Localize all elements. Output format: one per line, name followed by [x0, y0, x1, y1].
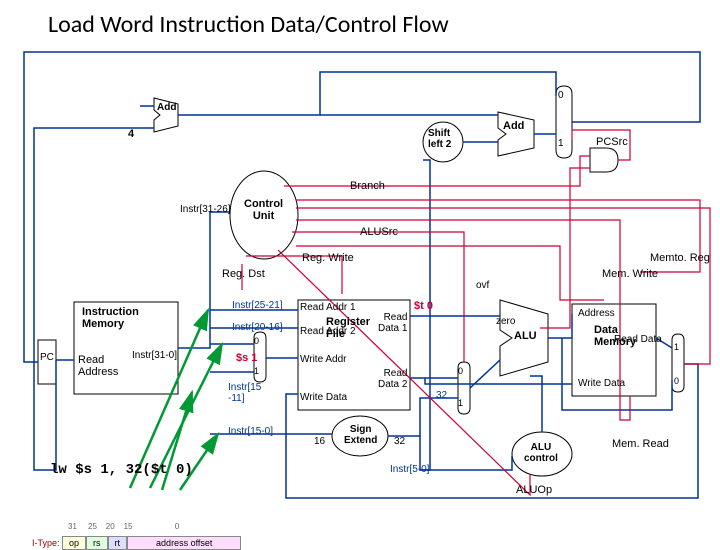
alu-zero: zero — [496, 316, 515, 327]
f1511: Instr[15-11] — [228, 382, 261, 404]
muxpc-1: 1 — [558, 138, 564, 149]
alu-ovf: ovf — [476, 280, 489, 291]
rf-val-s1: $s 1 — [236, 352, 257, 364]
rf-val-t0: $t 0 — [414, 300, 433, 312]
imem-out: Instr[31-0] — [132, 350, 177, 361]
muxalu-0: 0 — [458, 366, 463, 376]
f50: Instr[5-0] — [390, 464, 429, 475]
sig-pcsrc: PCSrc — [596, 136, 628, 148]
rf-rd2: ReadData 2 — [378, 368, 407, 390]
sig-memwrite: Mem. Write — [602, 268, 658, 280]
f150: Instr[15-0] — [228, 426, 273, 437]
rf-ra1: Read Addr 1 — [300, 302, 356, 313]
const-4: 4 — [128, 128, 134, 140]
imem-name: InstructionMemory — [82, 306, 139, 330]
diagram-title: Load Word Instruction Data/Control Flow — [48, 10, 449, 39]
shl2: Shiftleft 2 — [428, 128, 451, 150]
rf-wd: Write Data — [300, 392, 347, 403]
dmem-rd: Read Data — [614, 334, 662, 345]
pc-label: PC — [40, 352, 54, 363]
sig-regdst: Reg. Dst — [222, 268, 265, 280]
muxrd-1: 1 — [254, 366, 259, 376]
sig-branch: Branch — [350, 180, 385, 192]
aluctrl: ALUcontrol — [524, 442, 558, 464]
sig-memread: Mem. Read — [612, 438, 669, 450]
const32: 32 — [436, 390, 447, 401]
sig-memtoreg: Memto. Reg — [650, 252, 710, 264]
imem-read-addr: ReadAddress — [78, 354, 118, 378]
se-in: 16 — [314, 436, 325, 447]
muxmem-0: 0 — [674, 376, 679, 386]
rf-ra2: Read Addr 2 — [300, 326, 356, 337]
muxalu-1: 1 — [458, 398, 463, 408]
add-branch: Add — [503, 120, 524, 132]
instr3126: Instr[31-26] — [180, 204, 231, 215]
muxrd-0: 0 — [254, 336, 259, 346]
sig-alusrc: ALUSrc — [360, 226, 398, 238]
muxpc-0: 0 — [558, 90, 564, 101]
sig-regwrite: Reg. Write — [302, 252, 354, 264]
add-pc4: Add — [157, 102, 176, 113]
rf-rd1: ReadData 1 — [378, 312, 407, 334]
muxmem-1: 1 — [674, 342, 679, 352]
se-out: 32 — [394, 436, 405, 447]
dmem-addr: Address — [578, 308, 615, 319]
f2016: Instr[20-16] — [232, 322, 283, 333]
f2521: Instr[25-21] — [232, 300, 283, 311]
instruction-text: lw $s 1, 32($t 0) — [50, 462, 193, 478]
signext: SignExtend — [344, 424, 377, 446]
dmem-wd: Write Data — [578, 378, 625, 389]
alu-name: ALU — [514, 330, 537, 342]
sig-aluop: ALUOp — [516, 484, 552, 496]
control-unit: ControlUnit — [244, 198, 283, 222]
rf-wa: Write Addr — [300, 354, 347, 365]
